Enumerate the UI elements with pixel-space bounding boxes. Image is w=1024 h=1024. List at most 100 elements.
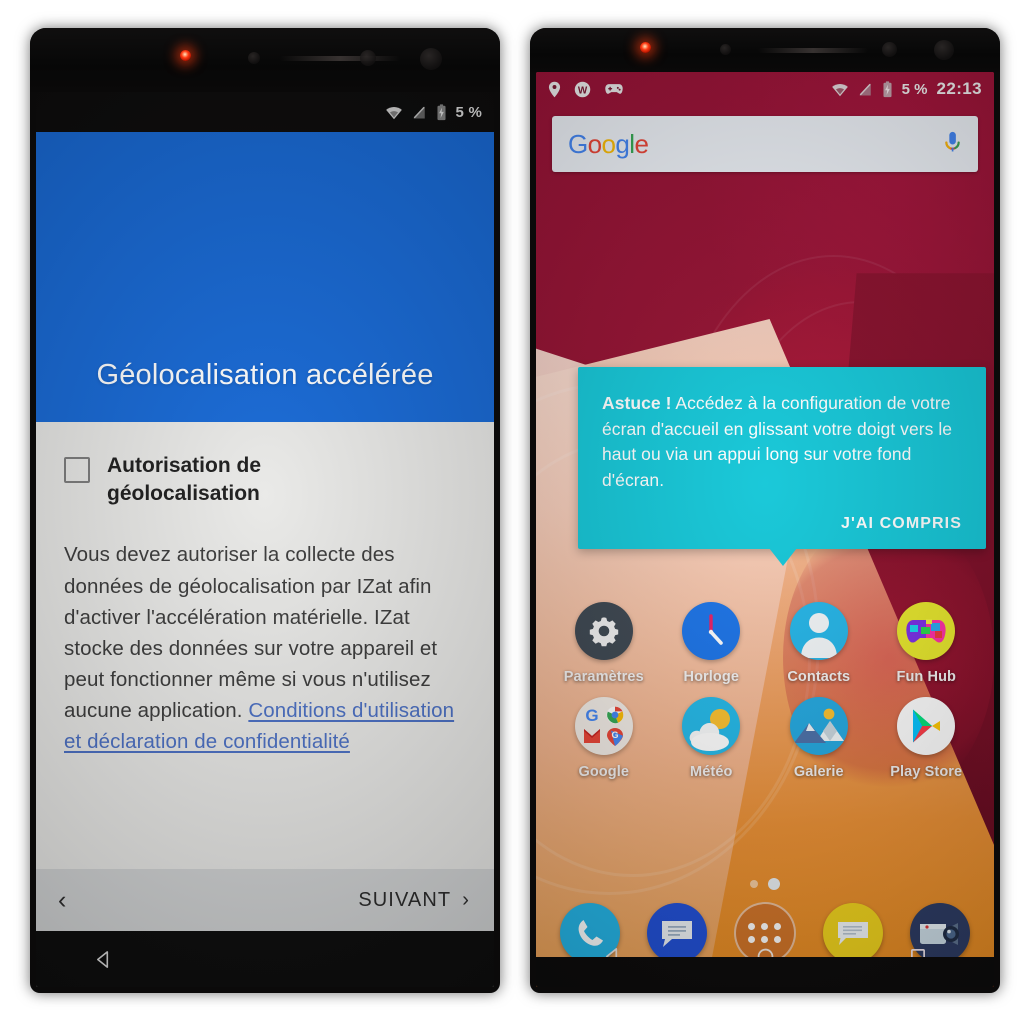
person-glyph [800, 613, 837, 658]
signal-off-icon [413, 106, 425, 118]
app-icon-play-store[interactable]: Play Store [873, 697, 981, 780]
w-badge-icon: W [574, 81, 591, 97]
wizard-hero: Géolocalisation accélérée [36, 132, 494, 422]
google-search-bar[interactable]: Google [552, 116, 978, 172]
back-button-left[interactable] [36, 950, 227, 969]
consent-checkbox-row[interactable]: Autorisation de géolocalisation [64, 452, 466, 507]
proximity-sensor [248, 52, 260, 64]
app-icon-galerie[interactable]: Galerie [765, 697, 873, 780]
wifi-icon [385, 106, 402, 119]
tooltip-text: Astuce ! Accédez à la configuration de v… [602, 391, 962, 493]
play-triangle-glyph [913, 709, 941, 743]
signal-off-icon [859, 83, 871, 95]
screen-bottom-edge [536, 957, 994, 987]
app-icon-contacts[interactable]: Contacts [765, 602, 873, 685]
phone-screen-right: W 5 % 22:13 Google Astuce ! Accédez à la… [536, 72, 994, 987]
setup-wizard-screen: Géolocalisation accélérée Autorisation d… [36, 132, 494, 987]
google-logo: Google [568, 128, 649, 160]
tooltip-lead: Astuce ! [602, 393, 672, 413]
app-label: Fun Hub [896, 669, 956, 685]
phone-screen-left: 5 % Géolocalisation accélérée Autorisati… [36, 92, 494, 987]
app-label: Contacts [787, 669, 851, 685]
svg-text:G: G [585, 706, 598, 725]
status-bar-left: 5 % [36, 92, 494, 132]
clock-icon [682, 602, 741, 660]
svg-text:G: G [611, 730, 618, 740]
clock-glyph [709, 614, 724, 645]
home-screen: W 5 % 22:13 Google Astuce ! Accédez à la… [536, 72, 994, 987]
earpiece-speaker [758, 48, 868, 53]
battery-percent-right: 5 % [901, 80, 928, 98]
phone-device-right: W 5 % 22:13 Google Astuce ! Accédez à la… [530, 28, 1000, 993]
app-label: Paramètres [563, 669, 644, 685]
next-button-label: SUIVANT [358, 888, 452, 911]
google-logo-letter: G [568, 128, 588, 159]
app-label: Play Store [890, 764, 963, 780]
hint-tooltip: Astuce ! Accédez à la configuration de v… [578, 367, 986, 567]
app-icon-fun-hub[interactable]: Fun Hub [873, 602, 981, 685]
front-camera [934, 40, 954, 60]
previous-button[interactable]: ‹ [58, 887, 66, 913]
app-icon-meteo[interactable]: Météo [658, 697, 766, 780]
mountain-glyph [793, 708, 844, 743]
gamepad-icon [605, 84, 623, 94]
google-logo-letter: o [587, 128, 602, 159]
sun-cloud-glyph [689, 709, 731, 751]
weather-sun-cloud-icon [682, 697, 741, 755]
svg-text:W: W [578, 85, 588, 96]
notification-led [640, 42, 651, 53]
tooltip-pointer [769, 548, 797, 567]
status-left-icons: W [548, 81, 624, 98]
app-icon-horloge[interactable]: Horloge [658, 602, 766, 685]
light-sensor [360, 50, 376, 66]
battery-charging-icon [437, 103, 446, 120]
notification-led [180, 50, 191, 61]
wizard-description: Vous devez autoriser la collecte des don… [64, 539, 466, 757]
app-icon-parametres[interactable]: Paramètres [550, 602, 658, 685]
next-button[interactable]: SUIVANT › [358, 889, 470, 912]
app-grid: Paramètres Horloge Contacts Fun Hub G G … [536, 602, 994, 780]
location-permission-checkbox[interactable] [64, 457, 90, 483]
google-folder-glyph: G G [583, 706, 624, 746]
right-phone-panel: W 5 % 22:13 Google Astuce ! Accédez à la… [512, 0, 1024, 1024]
page-indicator [536, 878, 994, 890]
tooltip-dismiss-button[interactable]: J'AI COMPRIS [602, 515, 962, 533]
play-store-icon [897, 697, 956, 755]
gallery-mountain-icon [789, 697, 848, 755]
page-dot-active[interactable] [768, 878, 780, 890]
proximity-sensor [720, 44, 731, 55]
app-label: Horloge [683, 669, 739, 685]
status-bar-clock: 22:13 [936, 79, 982, 98]
microphone-icon[interactable] [943, 130, 962, 158]
wizard-description-text: Vous devez autoriser la collecte des don… [64, 543, 438, 723]
google-logo-letter: e [634, 128, 649, 159]
gamepad-glyph [906, 619, 946, 643]
wizard-body: Autorisation de géolocalisation Vous dev… [36, 422, 494, 758]
settings-gear-icon [574, 602, 633, 660]
gear-glyph [589, 617, 618, 647]
google-logo-letter: g [615, 128, 630, 159]
phone-device-left: 5 % Géolocalisation accélérée Autorisati… [30, 28, 500, 993]
wizard-footer: ‹ SUIVANT › [36, 869, 494, 931]
google-logo-letter: o [601, 128, 616, 159]
app-label: Galerie [793, 764, 844, 780]
back-triangle-icon [96, 950, 109, 968]
front-camera [420, 48, 442, 70]
top-bezel-right [530, 28, 1000, 72]
earpiece-speaker [280, 56, 400, 61]
app-label: Google [578, 764, 630, 780]
wifi-icon [831, 83, 848, 96]
page-dot[interactable] [750, 880, 758, 888]
app-label: Météo [690, 764, 733, 780]
chevron-right-icon: › [462, 888, 470, 911]
top-bezel [30, 28, 500, 92]
location-pin-icon [548, 81, 561, 97]
contacts-person-icon [789, 602, 848, 660]
checkbox-label: Autorisation de géolocalisation [107, 454, 262, 505]
battery-charging-icon [883, 80, 892, 97]
status-right-icons: 5 % 22:13 [831, 79, 982, 99]
page-title: Géolocalisation accélérée [96, 359, 434, 391]
app-icon-google-folder[interactable]: G G Google [550, 697, 658, 780]
status-bar-right: W 5 % 22:13 [536, 72, 994, 106]
gamepad-icon [897, 602, 956, 660]
